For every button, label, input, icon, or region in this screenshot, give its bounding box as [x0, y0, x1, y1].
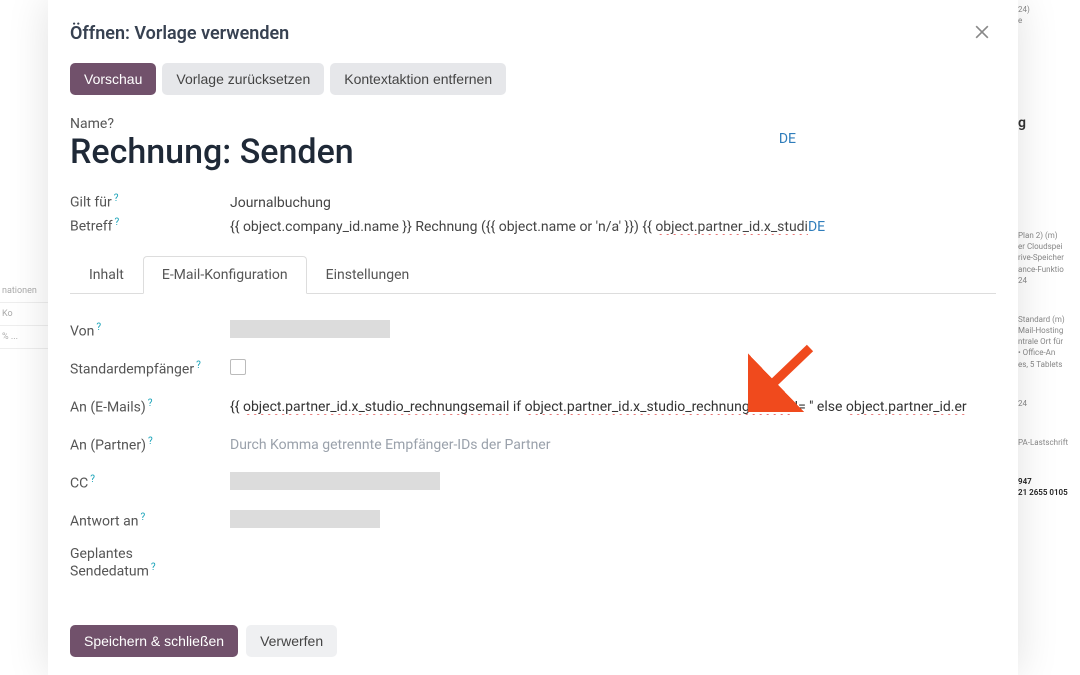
- help-icon[interactable]: ?: [107, 116, 114, 132]
- help-icon[interactable]: ?: [148, 398, 153, 409]
- help-icon[interactable]: ?: [115, 217, 120, 228]
- default-recipient-field: [230, 359, 996, 379]
- save-close-button[interactable]: Speichern & schließen: [70, 625, 238, 657]
- to-emails-label: An (E-Mails)?: [70, 398, 230, 416]
- default-recipient-checkbox[interactable]: [230, 359, 246, 375]
- scheduled-date-label: Geplantes Sendedatum?: [70, 546, 230, 580]
- bg-left-text: Ko: [0, 303, 48, 326]
- name-label: Name?: [70, 116, 114, 132]
- background-left-column: nationen Ko % ...: [0, 0, 48, 675]
- cc-label: CC?: [70, 474, 230, 492]
- subject-row: Betreff? {{ object.company_id.name }} Re…: [70, 217, 996, 235]
- applies-to-label: Gilt für?: [70, 193, 230, 211]
- to-partners-field[interactable]: Durch Komma getrennte Empfänger-IDs der …: [230, 437, 996, 453]
- tab-email-config[interactable]: E-Mail-Konfiguration: [143, 256, 307, 294]
- help-icon[interactable]: ?: [151, 562, 156, 573]
- help-icon[interactable]: ?: [196, 360, 201, 371]
- modal-title: Öffnen: Vorlage verwenden: [70, 23, 289, 44]
- reply-to-row: Antwort an?: [70, 502, 996, 540]
- language-toggle[interactable]: DE: [779, 131, 796, 147]
- to-partners-row: An (Partner)? Durch Komma getrennte Empf…: [70, 426, 996, 464]
- subject-label: Betreff?: [70, 217, 230, 235]
- from-row: Von?: [70, 312, 996, 350]
- help-icon[interactable]: ?: [90, 474, 95, 485]
- tab-content[interactable]: Inhalt: [70, 256, 143, 294]
- language-toggle-inline[interactable]: DE: [808, 219, 825, 235]
- discard-button[interactable]: Verwerfen: [246, 625, 337, 657]
- redacted-value: [230, 320, 390, 338]
- reset-template-button[interactable]: Vorlage zurücksetzen: [162, 63, 324, 95]
- template-modal: Öffnen: Vorlage verwenden Vorschau Vorla…: [48, 0, 1018, 675]
- redacted-value: [230, 510, 380, 528]
- from-label: Von?: [70, 322, 230, 340]
- cc-field[interactable]: [230, 472, 996, 494]
- tab-bar: Inhalt E-Mail-Konfiguration Einstellunge…: [70, 255, 996, 294]
- name-field[interactable]: Rechnung: Senden: [70, 134, 996, 171]
- close-icon: [972, 30, 992, 45]
- from-field[interactable]: [230, 320, 996, 342]
- tab-settings[interactable]: Einstellungen: [307, 256, 429, 294]
- redacted-value: [230, 472, 440, 490]
- action-button-row: Vorschau Vorlage zurücksetzen Kontextakt…: [70, 63, 996, 95]
- help-icon[interactable]: ?: [148, 436, 153, 447]
- subject-field[interactable]: {{ object.company_id.name }} Rechnung ({…: [230, 219, 996, 235]
- applies-to-value[interactable]: Journalbuchung: [230, 195, 996, 211]
- preview-button[interactable]: Vorschau: [70, 63, 156, 95]
- help-icon[interactable]: ?: [114, 193, 119, 204]
- modal-header: Öffnen: Vorlage verwenden: [48, 0, 1018, 63]
- reply-to-label: Antwort an?: [70, 512, 230, 530]
- background-right-column: 24) e g Plan 2) (m) er Cloudspei rive-Sp…: [1015, 0, 1080, 675]
- reply-to-field[interactable]: [230, 510, 996, 532]
- modal-body: Vorschau Vorlage zurücksetzen Kontextakt…: [48, 63, 1018, 611]
- bg-left-text: % ...: [0, 326, 48, 349]
- help-icon[interactable]: ?: [140, 512, 145, 523]
- default-recipient-row: Standardempfänger?: [70, 350, 996, 388]
- to-partners-label: An (Partner)?: [70, 436, 230, 454]
- remove-context-button[interactable]: Kontextaktion entfernen: [330, 63, 506, 95]
- close-button[interactable]: [968, 18, 996, 49]
- modal-footer: Speichern & schließen Verwerfen: [48, 611, 1018, 675]
- scheduled-date-row: Geplantes Sendedatum?: [70, 540, 996, 580]
- help-icon[interactable]: ?: [96, 322, 101, 333]
- default-recipient-label: Standardempfänger?: [70, 360, 230, 378]
- to-emails-row: An (E-Mails)? {{ object.partner_id.x_stu…: [70, 388, 996, 426]
- to-emails-field[interactable]: {{ object.partner_id.x_studio_rechnungse…: [230, 399, 996, 415]
- name-section: Name? Rechnung: Senden DE: [70, 113, 996, 171]
- email-config-form: Von? Standardempfänger? An (E-Mails)? {{…: [70, 294, 996, 580]
- applies-to-row: Gilt für? Journalbuchung: [70, 193, 996, 211]
- bg-left-text: nationen: [0, 280, 48, 303]
- cc-row: CC?: [70, 464, 996, 502]
